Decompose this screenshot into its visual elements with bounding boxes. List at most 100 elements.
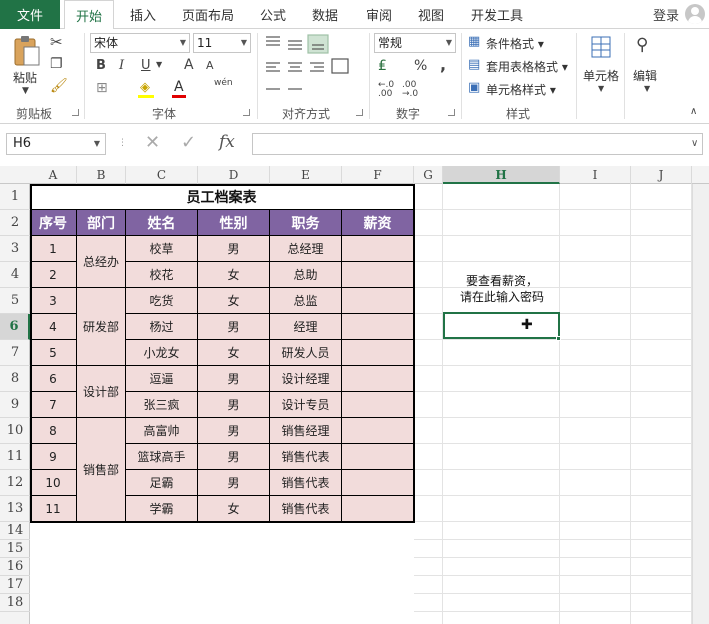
- cancel-entry-icon[interactable]: ✕: [145, 134, 160, 152]
- table-title[interactable]: 员工档案表: [30, 184, 414, 210]
- row-header-1[interactable]: 1: [0, 184, 30, 210]
- row-header-13[interactable]: 13: [0, 496, 30, 522]
- row-header-9[interactable]: 9: [0, 392, 30, 418]
- column-header-e[interactable]: E: [270, 166, 342, 184]
- cell-styles-button[interactable]: 单元格样式 ▾: [486, 81, 556, 98]
- record-id[interactable]: 1: [30, 236, 77, 262]
- record-name[interactable]: 篮球高手: [126, 444, 198, 470]
- record-id[interactable]: 10: [30, 470, 77, 496]
- cells-icon[interactable]: [590, 35, 612, 59]
- row-header-2[interactable]: 2: [0, 210, 30, 236]
- comma-style-button[interactable]: ,: [440, 57, 446, 73]
- record-gender[interactable]: 男: [198, 418, 270, 444]
- editing-dropdown-icon[interactable]: ▼: [644, 85, 650, 93]
- grow-font-button[interactable]: A: [184, 58, 194, 72]
- record-id[interactable]: 2: [30, 262, 77, 288]
- paste-dropdown-icon[interactable]: ▼: [22, 87, 29, 96]
- expand-formula-bar-icon[interactable]: ∨: [691, 139, 698, 149]
- tab-formulas[interactable]: 公式: [260, 0, 286, 29]
- phonetic-guide-button[interactable]: wén: [214, 79, 233, 88]
- underline-button[interactable]: U: [141, 59, 151, 72]
- number-launcher-icon[interactable]: [448, 109, 455, 116]
- record-salary[interactable]: [342, 236, 414, 262]
- table-header-gender[interactable]: 性别: [198, 210, 270, 236]
- row-header-17[interactable]: 17: [0, 576, 30, 594]
- binoculars-icon[interactable]: ⚲: [636, 37, 648, 54]
- record-salary[interactable]: [342, 314, 414, 340]
- record-name[interactable]: 高富帅: [126, 418, 198, 444]
- record-title[interactable]: 销售代表: [270, 496, 342, 522]
- record-title[interactable]: 研发人员: [270, 340, 342, 366]
- copy-icon[interactable]: ❐: [50, 57, 63, 71]
- row-header-10[interactable]: 10: [0, 418, 30, 444]
- fill-color-icon[interactable]: ◈: [140, 81, 150, 94]
- tab-insert[interactable]: 插入: [130, 0, 156, 29]
- record-title[interactable]: 总经理: [270, 236, 342, 262]
- percent-button[interactable]: %: [414, 59, 427, 73]
- record-gender[interactable]: 男: [198, 392, 270, 418]
- record-title[interactable]: 销售代表: [270, 444, 342, 470]
- column-header-i[interactable]: I: [560, 166, 631, 184]
- record-salary[interactable]: [342, 418, 414, 444]
- record-name[interactable]: 张三疯: [126, 392, 198, 418]
- cut-icon[interactable]: ✂: [50, 35, 63, 50]
- department-cell[interactable]: 总经办: [77, 236, 126, 288]
- record-name[interactable]: 足霸: [126, 470, 198, 496]
- collapse-ribbon-icon[interactable]: ∧: [690, 107, 697, 117]
- user-avatar-icon[interactable]: [685, 4, 705, 24]
- record-gender[interactable]: 女: [198, 496, 270, 522]
- record-title[interactable]: 总监: [270, 288, 342, 314]
- column-header-f[interactable]: F: [342, 166, 414, 184]
- record-gender[interactable]: 男: [198, 366, 270, 392]
- paste-icon[interactable]: [12, 35, 42, 67]
- record-salary[interactable]: [342, 392, 414, 418]
- cells-button[interactable]: 单元格: [583, 67, 619, 84]
- record-name[interactable]: 逗逼: [126, 366, 198, 392]
- department-cell[interactable]: 研发部: [77, 288, 126, 366]
- row-header-18[interactable]: 18: [0, 594, 30, 612]
- row-header-8[interactable]: 8: [0, 366, 30, 392]
- borders-icon[interactable]: ⊞: [96, 81, 108, 95]
- formula-input[interactable]: [252, 133, 703, 155]
- record-name[interactable]: 学霸: [126, 496, 198, 522]
- record-id[interactable]: 9: [30, 444, 77, 470]
- row-header-4[interactable]: 4: [0, 262, 30, 288]
- row-header-15[interactable]: 15: [0, 540, 30, 558]
- name-box[interactable]: H6 ▼: [6, 133, 106, 155]
- column-header-j[interactable]: J: [631, 166, 692, 184]
- shrink-font-button[interactable]: A: [206, 60, 214, 71]
- record-id[interactable]: 11: [30, 496, 77, 522]
- column-header-a[interactable]: A: [30, 166, 77, 184]
- column-header-d[interactable]: D: [198, 166, 270, 184]
- column-header-h[interactable]: H: [443, 166, 560, 184]
- alignment-launcher-icon[interactable]: [356, 109, 363, 116]
- record-gender[interactable]: 男: [198, 470, 270, 496]
- record-id[interactable]: 5: [30, 340, 77, 366]
- confirm-entry-icon[interactable]: ✓: [181, 134, 196, 152]
- record-id[interactable]: 7: [30, 392, 77, 418]
- record-gender[interactable]: 男: [198, 314, 270, 340]
- worksheet-grid[interactable]: ABCDEFGHIJ 1 2 3 4 5 6 7 8 9 10 11 12 13 14 15 16 17 18 员…: [0, 166, 709, 624]
- column-header-c[interactable]: C: [126, 166, 198, 184]
- table-header-name[interactable]: 姓名: [126, 210, 198, 236]
- decrease-decimal-icon[interactable]: .00 →.0: [402, 81, 418, 99]
- accounting-format-icon[interactable]: ₤: [378, 59, 387, 73]
- record-gender[interactable]: 女: [198, 340, 270, 366]
- row-header-6[interactable]: 6: [0, 314, 30, 340]
- row-header-7[interactable]: 7: [0, 340, 30, 366]
- tab-home[interactable]: 开始: [64, 0, 114, 30]
- tab-view[interactable]: 视图: [418, 0, 444, 29]
- record-salary[interactable]: [342, 340, 414, 366]
- record-name[interactable]: 杨过: [126, 314, 198, 340]
- record-gender[interactable]: 男: [198, 444, 270, 470]
- alignment-icons[interactable]: [262, 33, 368, 101]
- record-salary[interactable]: [342, 444, 414, 470]
- column-header-b[interactable]: B: [77, 166, 126, 184]
- record-title[interactable]: 设计经理: [270, 366, 342, 392]
- department-cell[interactable]: 销售部: [77, 418, 126, 522]
- record-salary[interactable]: [342, 262, 414, 288]
- format-painter-icon[interactable]: 🖌: [50, 79, 68, 93]
- department-cell[interactable]: 设计部: [77, 366, 126, 418]
- table-header-salary[interactable]: 薪资: [342, 210, 414, 236]
- font-launcher-icon[interactable]: [243, 109, 250, 116]
